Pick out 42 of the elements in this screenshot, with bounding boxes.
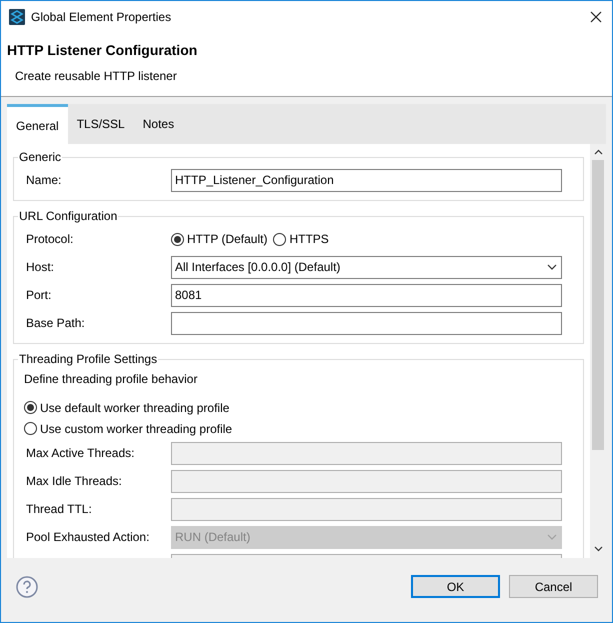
radio-label: HTTP (Default) bbox=[187, 231, 268, 248]
section-title: Generic bbox=[18, 149, 62, 166]
field-label: Port: bbox=[25, 287, 52, 304]
description-text: Define threading profile behavior bbox=[24, 370, 198, 388]
field-label: Protocol: bbox=[25, 231, 74, 248]
tab[interactable]: General bbox=[7, 104, 68, 144]
app-logo-icon bbox=[9, 8, 25, 24]
input-field[interactable]: HTTP_Listener_Configuration bbox=[171, 168, 562, 192]
dialog-subtitle: Create reusable HTTP listener bbox=[15, 68, 178, 85]
field-label: Host: bbox=[25, 259, 56, 276]
close-icon[interactable] bbox=[590, 10, 602, 22]
field-label: Thread TTL: bbox=[25, 501, 93, 518]
scrollbar-thumb[interactable] bbox=[592, 160, 604, 450]
tab[interactable]: TLS/SSL bbox=[68, 104, 134, 144]
chevron-up-icon[interactable] bbox=[594, 149, 602, 155]
section-title: Threading Profile Settings bbox=[18, 351, 158, 368]
radio-label: HTTPS bbox=[289, 231, 329, 248]
chevron-down-icon[interactable] bbox=[594, 546, 602, 552]
field-label: Max Idle Threads: bbox=[25, 473, 123, 490]
radio-label: Use custom worker threading profile bbox=[40, 420, 232, 438]
radio-label: Use default worker threading profile bbox=[40, 400, 230, 416]
radio-button[interactable] bbox=[24, 422, 37, 435]
input-field[interactable] bbox=[171, 312, 562, 334]
field-label: Max Active Threads: bbox=[25, 445, 136, 462]
chevron-down-icon bbox=[547, 534, 557, 540]
field-label: Pool Exhausted Action: bbox=[25, 529, 150, 546]
radio-button[interactable] bbox=[24, 401, 37, 414]
dialog-button[interactable]: OK bbox=[411, 575, 500, 598]
window-title: Global Element Properties bbox=[31, 8, 172, 26]
field-label: Base Path: bbox=[25, 315, 86, 332]
tab[interactable]: Notes bbox=[134, 104, 184, 144]
scrollbar[interactable] bbox=[590, 144, 606, 558]
input-field[interactable]: 8081 bbox=[171, 284, 562, 306]
field-label: Name: bbox=[25, 172, 62, 189]
radio-button[interactable] bbox=[273, 232, 286, 246]
dropdown[interactable]: All Interfaces [0.0.0.0] (Default) bbox=[171, 256, 562, 278]
radio-button[interactable] bbox=[171, 232, 184, 246]
dialog-button[interactable]: Cancel bbox=[509, 575, 598, 598]
section-title: URL Configuration bbox=[18, 208, 118, 225]
dialog-heading: HTTP Listener Configuration bbox=[7, 41, 198, 60]
chevron-down-icon bbox=[547, 264, 557, 270]
help-icon[interactable] bbox=[16, 576, 38, 598]
